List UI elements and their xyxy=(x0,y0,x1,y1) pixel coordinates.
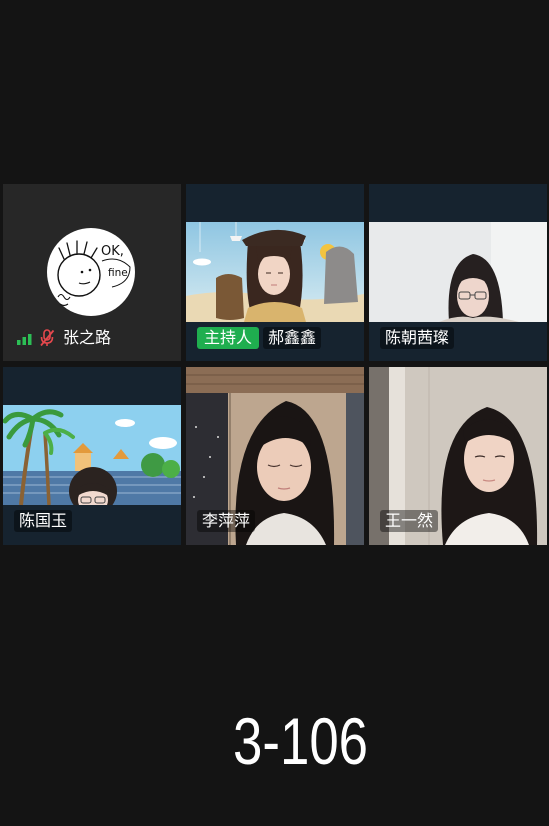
participant-label: 陈国玉 xyxy=(14,510,73,532)
participant-label: 王一然 xyxy=(380,510,439,532)
video-feed xyxy=(369,222,547,322)
host-badge: 主持人 xyxy=(197,327,260,349)
participant-name: 郝鑫鑫 xyxy=(263,327,322,349)
participant-label: 李萍萍 xyxy=(197,510,256,532)
participant-name: 王一然 xyxy=(380,510,439,532)
participant-tile-5[interactable]: 李萍萍 xyxy=(186,367,364,545)
participant-label: 主持人 郝鑫鑫 xyxy=(197,327,322,349)
participant-tile-6[interactable]: 王一然 xyxy=(369,367,547,545)
signal-bars-icon xyxy=(17,332,33,345)
participant-tile-1[interactable]: OK, fine 张之路 xyxy=(3,184,181,361)
participant-name: 李萍萍 xyxy=(197,510,256,532)
participant-name: 张之路 xyxy=(63,328,112,347)
mic-muted-icon xyxy=(39,329,55,347)
participant-name: 陈朝茜璨 xyxy=(380,327,455,349)
room-number-caption: 3-106 xyxy=(233,704,369,778)
participant-label: 陈朝茜璨 xyxy=(380,327,455,349)
video-feed xyxy=(186,222,364,322)
avatar: OK, fine xyxy=(46,227,136,317)
avatar-lettering: fine xyxy=(108,267,128,279)
video-feed xyxy=(3,405,181,505)
avatar-lettering: OK, xyxy=(101,244,124,259)
participant-name: 陈国玉 xyxy=(14,510,73,532)
participant-tile-3[interactable]: 陈朝茜璨 xyxy=(369,184,547,361)
participant-label: 张之路 xyxy=(17,327,113,349)
participant-tile-4[interactable]: 陈国玉 xyxy=(3,367,181,545)
participant-tile-2[interactable]: 主持人 郝鑫鑫 xyxy=(186,184,364,361)
